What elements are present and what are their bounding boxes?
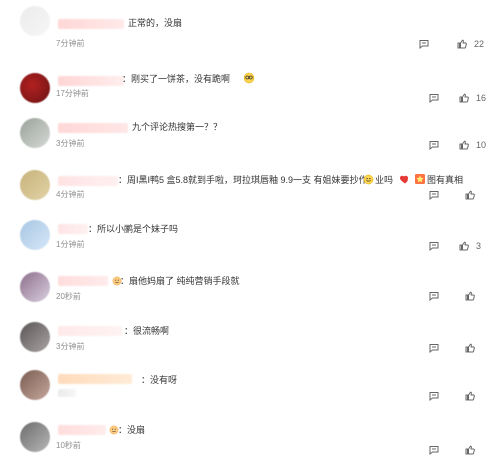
comment-text-tail: 图有真相 bbox=[427, 175, 464, 185]
like-action[interactable] bbox=[464, 189, 476, 201]
comment-icon[interactable] bbox=[418, 38, 430, 50]
thumbs-up-icon[interactable] bbox=[464, 390, 476, 402]
heart-emoji-icon bbox=[399, 172, 411, 190]
username-blurred[interactable] bbox=[58, 19, 124, 29]
comment-item: ：所以小鹂是个妹子吗 1分钟前 3 bbox=[0, 210, 500, 262]
like-count: 22 bbox=[474, 39, 485, 49]
comment-time: 1分钟前 bbox=[56, 240, 85, 249]
comment-item: 正常的，没扇 7分钟前 22 bbox=[0, 0, 500, 58]
comment-text: ：没扇 bbox=[118, 425, 146, 435]
reply-action[interactable] bbox=[428, 342, 440, 354]
comment-item: ：扇他妈扇了 纯纯营销手段就 20秒前 bbox=[0, 262, 500, 312]
thumbs-up-icon[interactable] bbox=[458, 92, 470, 104]
avatar[interactable] bbox=[20, 6, 50, 36]
comment-icon[interactable] bbox=[428, 240, 440, 252]
comment-time: 10秒前 bbox=[56, 441, 81, 450]
like-action[interactable] bbox=[464, 290, 476, 302]
like-action[interactable] bbox=[464, 342, 476, 354]
reply-action[interactable] bbox=[428, 92, 440, 104]
avatar[interactable] bbox=[20, 322, 50, 352]
avatar[interactable] bbox=[20, 220, 50, 250]
comment-time: 17分钟前 bbox=[56, 89, 89, 98]
comment-icon[interactable] bbox=[428, 444, 440, 456]
comment-time: 4分钟前 bbox=[56, 190, 85, 199]
face-emoji-icon bbox=[363, 172, 374, 190]
comment-item: ：很流畅啊 3分钟前 bbox=[0, 312, 500, 364]
time-blurred bbox=[58, 389, 76, 397]
like-action[interactable]: 3 bbox=[458, 240, 481, 252]
comment-item: 九个评论热搜第一？？ 3分钟前 10 bbox=[0, 108, 500, 160]
comment-item: ：没有呀 bbox=[0, 364, 500, 414]
comment-icon[interactable] bbox=[428, 189, 440, 201]
avatar[interactable] bbox=[20, 272, 50, 302]
comment-time: 20秒前 bbox=[56, 292, 81, 301]
username-blurred[interactable] bbox=[58, 425, 106, 435]
reply-action[interactable] bbox=[428, 444, 440, 456]
comment-icon[interactable] bbox=[428, 390, 440, 402]
comment-item: ：周I黑I鸭5 盒5.8就到手啦，珂拉琪唇釉 9.9一支 有姐妹要抄作 业吗 图… bbox=[0, 160, 500, 210]
comment-text: 九个评论热搜第一？？ bbox=[132, 122, 223, 132]
reply-action[interactable] bbox=[428, 390, 440, 402]
comment-text-continued: 业吗 bbox=[375, 175, 394, 185]
comment-time: 7分钟前 bbox=[56, 39, 85, 48]
like-action[interactable]: 16 bbox=[458, 92, 486, 104]
thumbs-up-icon[interactable] bbox=[458, 139, 470, 151]
avatar[interactable] bbox=[20, 370, 50, 400]
comment-text: ：刚买了一饼茶，没有跪啊 bbox=[122, 74, 231, 84]
reply-action[interactable] bbox=[428, 189, 440, 201]
comment-icon[interactable] bbox=[428, 290, 440, 302]
username-blurred[interactable] bbox=[58, 176, 118, 186]
comment-text: ：扇他妈扇了 纯纯营销手段就 bbox=[120, 276, 240, 286]
like-action[interactable] bbox=[464, 444, 476, 456]
avatar[interactable] bbox=[20, 73, 50, 103]
username-blurred[interactable] bbox=[58, 76, 124, 86]
like-count: 16 bbox=[476, 93, 487, 103]
reply-action[interactable] bbox=[418, 38, 430, 50]
username-blurred[interactable] bbox=[58, 276, 108, 286]
comment-list: 正常的，没扇 7分钟前 22 ：刚买了一饼茶，没有跪啊 17分钟前 16 九个评… bbox=[0, 0, 500, 464]
thumbs-up-icon[interactable] bbox=[458, 240, 470, 252]
comment-text: ：很流畅啊 bbox=[124, 326, 170, 336]
reply-action[interactable] bbox=[428, 139, 440, 151]
avatar[interactable] bbox=[20, 422, 50, 452]
avatar[interactable] bbox=[20, 118, 50, 148]
thumbs-up-icon[interactable] bbox=[464, 342, 476, 354]
comment-text: 正常的，没扇 bbox=[128, 18, 183, 28]
like-count: 10 bbox=[476, 140, 487, 150]
thumbs-up-icon[interactable] bbox=[464, 290, 476, 302]
like-count: 3 bbox=[476, 241, 482, 251]
comment-time: 3分钟前 bbox=[56, 342, 85, 351]
username-blurred[interactable] bbox=[58, 326, 122, 336]
comment-icon[interactable] bbox=[428, 342, 440, 354]
star-emoji-icon bbox=[414, 172, 426, 190]
like-action[interactable] bbox=[464, 390, 476, 402]
like-action[interactable]: 10 bbox=[458, 139, 486, 151]
username-blurred[interactable] bbox=[58, 224, 88, 234]
reply-action[interactable] bbox=[428, 290, 440, 302]
comment-text: ：所以小鹂是个妹子吗 bbox=[88, 224, 179, 234]
thumbs-up-icon[interactable] bbox=[456, 38, 468, 50]
comment-icon[interactable] bbox=[428, 139, 440, 151]
comment-icon[interactable] bbox=[428, 92, 440, 104]
username-blurred[interactable] bbox=[58, 123, 128, 133]
comment-item: ：刚买了一饼茶，没有跪啊 17分钟前 16 bbox=[0, 58, 500, 108]
username-blurred[interactable] bbox=[58, 374, 132, 384]
thumbs-up-icon[interactable] bbox=[464, 189, 476, 201]
comment-item: ：没扇 10秒前 bbox=[0, 414, 500, 464]
comment-text: ：周I黑I鸭5 盒5.8就到手啦，珂拉琪唇釉 9.9一支 有姐妹要抄作 bbox=[118, 175, 368, 185]
thumbs-up-icon[interactable] bbox=[464, 444, 476, 456]
like-action[interactable]: 22 bbox=[456, 38, 484, 50]
comment-text: ：没有呀 bbox=[141, 375, 178, 385]
reply-action[interactable] bbox=[428, 240, 440, 252]
avatar[interactable] bbox=[20, 170, 50, 200]
comment-time: 3分钟前 bbox=[56, 139, 85, 148]
glasses-emoji-icon bbox=[243, 71, 255, 89]
